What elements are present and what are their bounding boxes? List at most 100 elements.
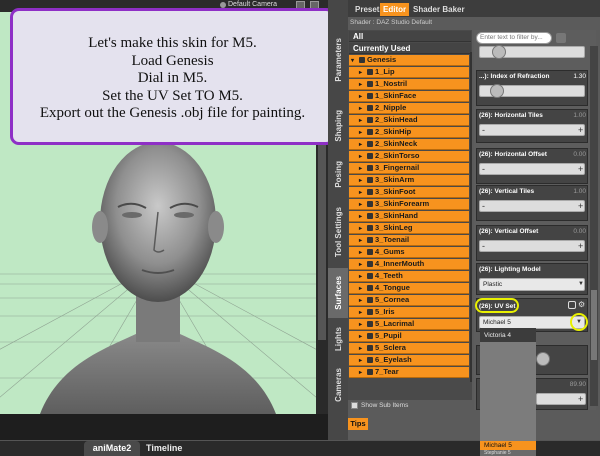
property-scroll-thumb[interactable]	[591, 290, 597, 360]
slider-knob[interactable]	[490, 84, 504, 98]
tab-tool-settings[interactable]: Tool Settings	[328, 196, 348, 268]
expand-arrow-icon[interactable]: ▸	[359, 200, 367, 209]
expand-arrow-icon[interactable]: ▸	[359, 320, 367, 329]
list-scrollbar[interactable]	[470, 52, 472, 382]
list-item[interactable]: ▸ 4_Tongue	[349, 283, 469, 294]
list-item-genesis[interactable]: ▾ Genesis	[349, 55, 469, 66]
expand-arrow-icon[interactable]: ▸	[359, 224, 367, 233]
expand-arrow-icon[interactable]: ▸	[359, 176, 367, 185]
list-item[interactable]: ▸ 3_Toenail	[349, 235, 469, 246]
tab-cameras[interactable]: Cameras	[328, 360, 348, 410]
list-item[interactable]: ▸ 2_SkinNeck	[349, 139, 469, 150]
expand-arrow-icon[interactable]: ▸	[359, 128, 367, 137]
camera-selector[interactable]: Default Camera	[228, 1, 277, 8]
property-slider[interactable]	[479, 200, 585, 212]
tab-editor[interactable]: Editor	[380, 3, 410, 16]
increment-icon[interactable]: +	[578, 201, 583, 211]
expand-arrow-icon[interactable]: ▸	[359, 140, 367, 149]
list-item[interactable]: ▸ 4_InnerMouth	[349, 259, 469, 270]
list-filter-all[interactable]: All	[349, 31, 471, 42]
expand-arrow-icon[interactable]: ▸	[359, 104, 367, 113]
expand-arrow-icon[interactable]: ▸	[359, 92, 367, 101]
property-value[interactable]: 1.30	[556, 73, 586, 80]
expand-arrow-icon[interactable]: ▸	[359, 260, 367, 269]
expand-arrow-icon[interactable]: ▸	[359, 212, 367, 221]
property-value[interactable]: 1.00	[556, 188, 586, 195]
gear-icon[interactable]: ⚙	[578, 301, 585, 309]
tab-animate2[interactable]: aniMate2	[84, 441, 140, 456]
expand-arrow-icon[interactable]: ▸	[359, 308, 367, 317]
list-item[interactable]: ▸ 2_SkinTorso	[349, 151, 469, 162]
property-slider[interactable]	[479, 163, 585, 175]
list-item[interactable]: ▸ 4_Gums	[349, 247, 469, 258]
slider-knob[interactable]	[536, 352, 550, 366]
chevron-down-icon[interactable]: ▼	[576, 319, 582, 325]
list-item[interactable]: ▸ 3_Fingernail	[349, 163, 469, 174]
uv-option-michael-5[interactable]: Michael 5	[480, 441, 536, 450]
expand-arrow-icon[interactable]: ▸	[359, 332, 367, 341]
list-item[interactable]: ▸ 2_SkinHead	[349, 115, 469, 126]
expand-arrow-icon[interactable]: ▸	[359, 80, 367, 89]
tab-surfaces[interactable]: Surfaces	[328, 268, 348, 318]
decrement-icon[interactable]: -	[482, 201, 485, 211]
expand-arrow-icon[interactable]: ▸	[359, 152, 367, 161]
expand-arrow-icon[interactable]: ▸	[359, 284, 367, 293]
property-slider[interactable]	[479, 124, 585, 136]
slider-knob[interactable]	[492, 45, 506, 59]
property-value[interactable]: 1.00	[556, 112, 586, 119]
list-filter-currently-used[interactable]: Currently Used	[349, 43, 471, 54]
uv-option-victoria-4[interactable]: Victoria 4	[484, 332, 511, 339]
expand-arrow-icon[interactable]: ▸	[359, 272, 367, 281]
increment-icon[interactable]: +	[578, 394, 583, 404]
list-item[interactable]: ▸ 5_Lacrimal	[349, 319, 469, 330]
list-item[interactable]: ▸ 5_Iris	[349, 307, 469, 318]
expand-arrow-icon[interactable]: ▸	[359, 188, 367, 197]
list-item[interactable]: ▸ 3_SkinForearm	[349, 199, 469, 210]
list-item[interactable]: ▸ 3_SkinLeg	[349, 223, 469, 234]
list-item[interactable]: ▸ 5_Pupil	[349, 331, 469, 342]
list-item[interactable]: ▸ 2_SkinHip	[349, 127, 469, 138]
expand-arrow-icon[interactable]: ▸	[359, 368, 367, 377]
property-value[interactable]: 0.00	[556, 228, 586, 235]
expand-arrow-icon[interactable]: ▸	[359, 248, 367, 257]
decrement-icon[interactable]: -	[482, 164, 485, 174]
list-item[interactable]: ▸ 1_SkinFace	[349, 91, 469, 102]
property-slider[interactable]	[479, 240, 585, 252]
increment-icon[interactable]: +	[578, 125, 583, 135]
filter-input[interactable]: Enter text to filter by...	[476, 32, 552, 44]
collapse-arrow-icon[interactable]: ▾	[351, 56, 359, 65]
link-icon[interactable]	[568, 301, 576, 309]
property-value[interactable]: 89.90	[556, 381, 586, 388]
list-item[interactable]: ▸ 7_Tear	[349, 367, 469, 378]
show-sub-items-checkbox[interactable]	[351, 402, 358, 409]
list-item[interactable]: ▸ 5_Cornea	[349, 295, 469, 306]
list-item[interactable]: ▸ 1_Nostril	[349, 79, 469, 90]
tab-shaping[interactable]: Shaping	[328, 100, 348, 152]
tips-button[interactable]: Tips	[348, 418, 368, 430]
list-item[interactable]: ▸ 2_Nipple	[349, 103, 469, 114]
expand-arrow-icon[interactable]: ▸	[359, 236, 367, 245]
list-item[interactable]: ▸ 1_Lip	[349, 67, 469, 78]
expand-arrow-icon[interactable]: ▸	[359, 356, 367, 365]
tab-parameters[interactable]: Parameters	[328, 20, 348, 100]
list-item[interactable]: ▸ 6_Eyelash	[349, 355, 469, 366]
increment-icon[interactable]: +	[578, 164, 583, 174]
list-item[interactable]: ▸ 5_Sclera	[349, 343, 469, 354]
tab-timeline[interactable]: Timeline	[146, 443, 182, 453]
lighting-model-dropdown[interactable]: Plastic	[479, 278, 585, 291]
decrement-icon[interactable]: -	[482, 241, 485, 251]
increment-icon[interactable]: +	[578, 241, 583, 251]
tab-shader-baker[interactable]: Shader Baker	[410, 3, 468, 16]
tab-lights[interactable]: Lights	[328, 318, 348, 360]
expand-arrow-icon[interactable]: ▸	[359, 296, 367, 305]
expand-arrow-icon[interactable]: ▸	[359, 164, 367, 173]
tab-posing[interactable]: Posing	[328, 152, 348, 196]
property-value[interactable]: 0.00	[556, 151, 586, 158]
list-item[interactable]: ▸ 3_SkinArm	[349, 175, 469, 186]
decrement-icon[interactable]: -	[482, 125, 485, 135]
uv-option-stephanie-5[interactable]: Stephanie 5	[480, 450, 536, 456]
filter-options-icon[interactable]	[556, 33, 566, 43]
list-item[interactable]: ▸ 3_SkinHand	[349, 211, 469, 222]
expand-arrow-icon[interactable]: ▸	[359, 116, 367, 125]
list-item[interactable]: ▸ 4_Teeth	[349, 271, 469, 282]
